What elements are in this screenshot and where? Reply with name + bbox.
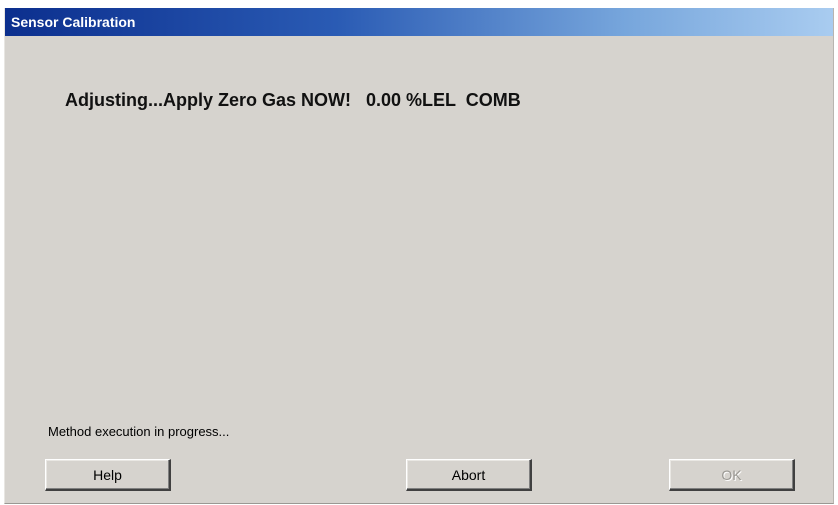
ok-button[interactable]: OK (669, 459, 795, 491)
window-title: Sensor Calibration (11, 14, 136, 30)
sensor-calibration-dialog: Sensor Calibration Adjusting...Apply Zer… (4, 8, 834, 504)
title-bar[interactable]: Sensor Calibration (5, 8, 833, 36)
calibration-status-message: Adjusting...Apply Zero Gas NOW! 0.00 %LE… (65, 90, 521, 110)
abort-button[interactable]: Abort (406, 459, 532, 491)
execution-progress-text: Method execution in progress... (48, 424, 230, 439)
help-button[interactable]: Help (45, 459, 171, 491)
